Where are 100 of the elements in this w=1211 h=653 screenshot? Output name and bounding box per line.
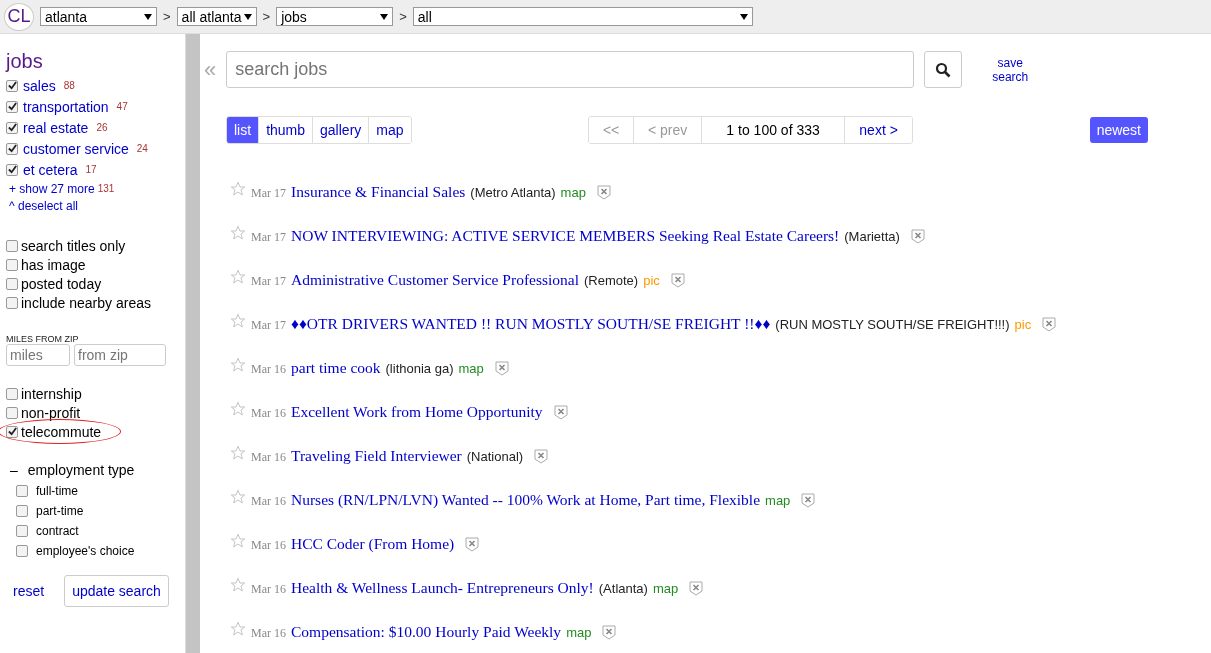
hide-icon[interactable]	[465, 536, 480, 552]
logo[interactable]: CL	[4, 2, 34, 31]
deselect-link[interactable]: ^ deselect all	[9, 198, 78, 213]
checkbox[interactable]	[16, 525, 28, 537]
dropdown[interactable]: all	[412, 7, 753, 26]
sidebar-title: jobs	[6, 50, 44, 73]
count: 24	[136, 143, 148, 154]
count: 88	[63, 80, 75, 91]
listing-link[interactable]: NOW INTERVIEWING: ACTIVE SERVICE MEMBERS Seeking Real Estate Careers!	[291, 227, 840, 245]
hide-icon[interactable]	[689, 580, 704, 596]
checkbox[interactable]	[6, 296, 18, 309]
listing-location: (Remote)	[584, 272, 639, 288]
hide-icon[interactable]	[1042, 316, 1057, 332]
star-icon[interactable]	[230, 225, 246, 241]
checkbox[interactable]	[16, 545, 28, 557]
category-link[interactable]: sales	[23, 77, 56, 94]
listing-link[interactable]: ♦♦OTR DRIVERS WANTED !! RUN MOSTLY SOUTH/SE FREIGHT !!♦♦	[291, 315, 771, 333]
hide-icon[interactable]	[553, 404, 568, 420]
listing-link[interactable]: Excellent Work from Home Opportunity	[291, 403, 543, 421]
listing-tag: pic	[643, 272, 660, 288]
miles-field[interactable]: miles	[6, 344, 70, 366]
post-date: Mar 16	[251, 626, 286, 641]
caret-icon	[380, 13, 389, 20]
hide-icon[interactable]	[602, 624, 617, 640]
listing-link[interactable]: Administrative Customer Service Professional	[291, 271, 579, 289]
dropdown[interactable]: all atlanta	[176, 7, 257, 26]
option-label: employee's choice	[36, 544, 135, 558]
search-button[interactable]	[924, 51, 963, 88]
hide-icon[interactable]	[534, 448, 549, 464]
checkbox[interactable]	[6, 142, 18, 155]
zip-field[interactable]: from zip	[74, 344, 166, 366]
option-label: part-time	[36, 504, 84, 518]
star-icon[interactable]	[230, 577, 246, 593]
listing-tag: map	[566, 624, 592, 640]
update-search-button[interactable]: update search	[64, 575, 169, 607]
dropdown[interactable]: jobs	[276, 7, 394, 26]
checkbox[interactable]	[16, 505, 28, 517]
hide-icon[interactable]	[801, 492, 816, 508]
listing-link[interactable]: Compensation: $10.00 Hourly Paid Weekly	[291, 623, 562, 641]
post-date: Mar 17	[251, 274, 286, 289]
star-icon[interactable]	[230, 489, 246, 505]
star-icon[interactable]	[230, 621, 246, 637]
checkbox[interactable]	[6, 277, 18, 290]
sort-button[interactable]: newest	[1089, 117, 1148, 143]
separator: >	[163, 9, 171, 24]
search-field[interactable]: search jobs	[226, 51, 915, 88]
category-link[interactable]: customer service	[23, 140, 129, 157]
collapse-toggle[interactable]: –	[10, 462, 18, 478]
star-icon[interactable]	[230, 357, 246, 373]
star-icon[interactable]	[230, 269, 246, 285]
checkbox[interactable]	[16, 485, 28, 497]
post-date: Mar 16	[251, 362, 286, 377]
checkbox[interactable]	[6, 406, 18, 419]
listing-tag: map	[765, 492, 791, 508]
filter-label: posted today	[21, 275, 102, 292]
save-search-link[interactable]: save search	[980, 55, 1041, 84]
view-tab[interactable]: map	[368, 117, 411, 143]
post-date: Mar 16	[251, 582, 286, 597]
checkbox[interactable]	[6, 258, 18, 271]
listing-link[interactable]: Health & Wellness Launch- Entrepreneurs Only!	[291, 579, 594, 597]
separator: >	[262, 9, 271, 24]
filter-label: internship	[21, 385, 82, 402]
hide-icon[interactable]	[494, 360, 509, 376]
hide-icon[interactable]	[596, 184, 611, 200]
section-title: employment type	[27, 462, 135, 478]
checkbox[interactable]	[6, 387, 18, 400]
listing-link[interactable]: HCC Coder (From Home)	[291, 535, 455, 553]
star-icon[interactable]	[230, 181, 246, 197]
filter-label: include nearby areas	[21, 294, 151, 311]
star-icon[interactable]	[230, 445, 246, 461]
post-date: Mar 17	[251, 230, 286, 245]
checkbox[interactable]	[6, 163, 18, 176]
checkbox[interactable]	[6, 425, 18, 438]
dropdown[interactable]: atlanta	[40, 7, 157, 26]
listing-location: (RUN MOSTLY SOUTH/SE FREIGHT!!!)	[775, 316, 1010, 332]
reset-link[interactable]: reset	[13, 583, 45, 599]
star-icon[interactable]	[230, 533, 246, 549]
checkbox[interactable]	[6, 100, 18, 113]
listing-link[interactable]: Nurses (RN/LPN/LVN) Wanted -- 100% Work at Home, Part time, Flexible	[291, 491, 761, 509]
category-link[interactable]: real estate	[23, 119, 89, 136]
hide-icon[interactable]	[670, 272, 685, 288]
star-icon[interactable]	[230, 401, 246, 417]
listing-link[interactable]: Insurance & Financial Sales	[291, 183, 466, 201]
next-button[interactable]: next >	[844, 117, 913, 143]
star-icon[interactable]	[230, 313, 246, 329]
caret-icon	[243, 13, 252, 20]
checkbox[interactable]	[6, 79, 18, 92]
post-date: Mar 16	[251, 406, 286, 421]
count: 26	[96, 122, 108, 133]
category-link[interactable]: et cetera	[23, 161, 78, 178]
hide-icon[interactable]	[910, 228, 925, 244]
show-more-link[interactable]: + show 27 more	[9, 181, 95, 196]
view-tab[interactable]: list	[227, 117, 259, 143]
count: 17	[85, 164, 97, 175]
checkbox[interactable]	[6, 239, 18, 252]
checkbox[interactable]	[6, 121, 18, 134]
category-link[interactable]: transportation	[23, 98, 109, 115]
count: 131	[97, 183, 115, 194]
listing-link[interactable]: Traveling Field Interviewer	[291, 447, 462, 465]
listing-link[interactable]: part time cook	[291, 359, 381, 377]
